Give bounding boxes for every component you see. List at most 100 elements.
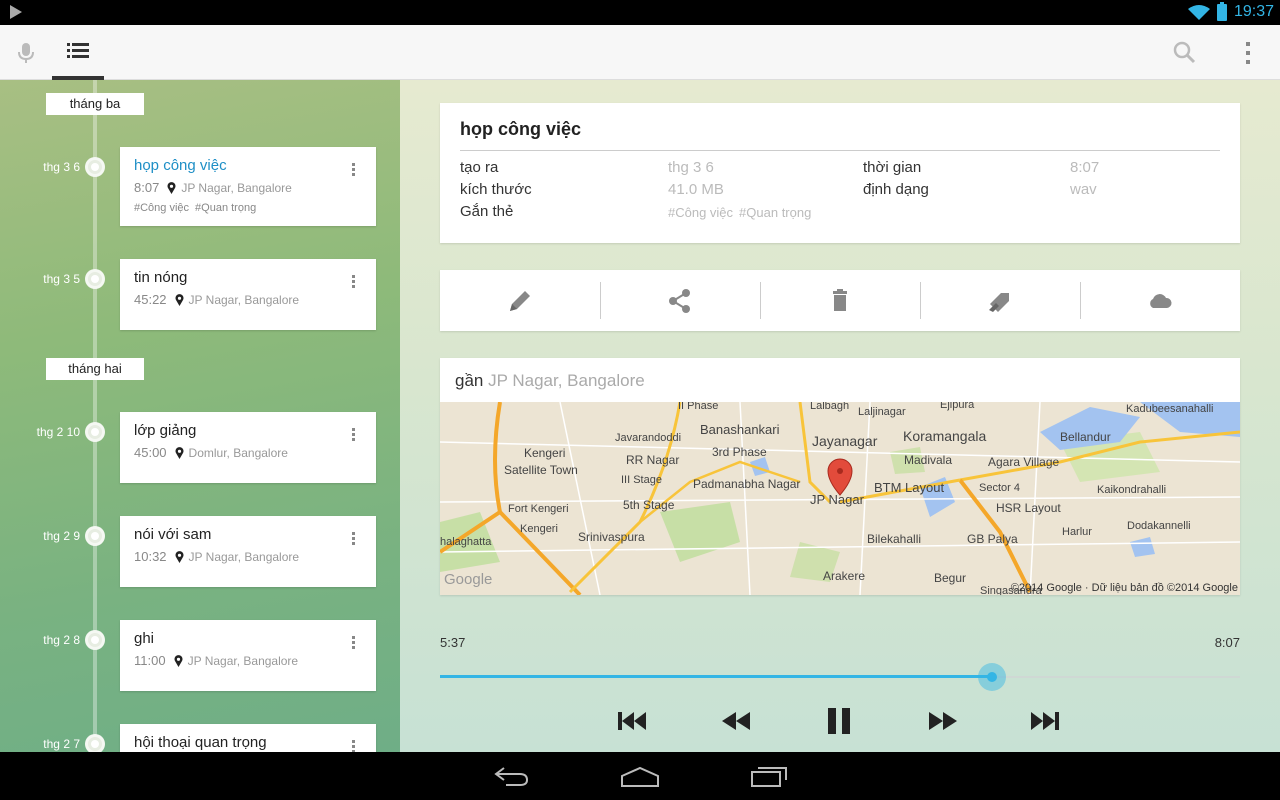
recording-date: thg 2 8 xyxy=(43,633,80,647)
home-icon[interactable] xyxy=(620,764,660,788)
recording-meta: 11:00 JP Nagar, Bangalore xyxy=(134,653,362,668)
map-label: BTM Layout xyxy=(874,480,944,495)
timeline-dot xyxy=(85,422,105,442)
map-label: Fort Kengeri xyxy=(508,503,569,515)
map-label: GB Palya xyxy=(967,532,1018,546)
map-location: JP Nagar, Bangalore xyxy=(488,371,645,390)
recording-card[interactable]: họp công việc 8:07 JP Nagar, Bangalore #… xyxy=(120,147,376,226)
skip-next-icon[interactable] xyxy=(1028,705,1062,737)
map-header: gần JP Nagar, Bangalore xyxy=(440,358,1240,402)
recording-title: hội thoại quan trọng xyxy=(134,734,267,751)
map-label: HSR Layout xyxy=(996,501,1061,515)
card-overflow-icon[interactable] xyxy=(352,636,356,650)
recording-date: thg 2 10 xyxy=(36,425,80,439)
google-logo: Google xyxy=(444,571,492,588)
total-time: 8:07 xyxy=(1214,635,1240,650)
fast-forward-icon[interactable] xyxy=(925,705,959,737)
tag[interactable]: #Quan trọng xyxy=(195,202,256,214)
map-label: Kengeri xyxy=(524,446,565,460)
recording-date: thg 2 9 xyxy=(43,529,80,543)
map-label: Agara Village xyxy=(988,455,1059,469)
recording-time: 8:07 xyxy=(134,180,160,195)
timeline-dot xyxy=(85,157,105,177)
actions-bar xyxy=(440,270,1240,331)
card-overflow-icon[interactable] xyxy=(352,428,356,442)
elapsed-time: 5:37 xyxy=(440,635,466,650)
card-overflow-icon[interactable] xyxy=(352,275,356,289)
recording-card[interactable]: tin nóng 45:22 JP Nagar, Bangalore xyxy=(120,259,376,330)
map-label: 5th Stage xyxy=(623,498,675,512)
map-card: gần JP Nagar, Bangalore II Phase Lalbagh… xyxy=(440,358,1240,595)
timeline-line xyxy=(93,80,97,752)
recording-location: JP Nagar, Bangalore xyxy=(187,653,299,668)
delete-button[interactable] xyxy=(760,270,920,331)
recent-apps-icon[interactable] xyxy=(750,764,788,788)
cloud-upload-icon xyxy=(1150,293,1172,308)
format-value: wav xyxy=(1070,181,1097,198)
edit-icon xyxy=(510,290,530,311)
map-label: Arakere xyxy=(823,569,865,583)
location-pin-icon xyxy=(175,446,184,459)
tag[interactable]: #Công việc xyxy=(134,202,189,214)
map-view[interactable]: II Phase Lalbagh Laljinagar Ejipura Kadu… xyxy=(440,402,1240,595)
card-overflow-icon[interactable] xyxy=(352,163,356,177)
location-pin-icon xyxy=(174,654,183,667)
recording-location: JP Nagar, Bangalore xyxy=(188,549,300,564)
recording-card[interactable]: hội thoại quan trọng xyxy=(120,724,376,752)
delete-icon xyxy=(833,288,847,311)
created-value: thg 3 6 xyxy=(668,159,714,176)
recording-card[interactable]: lớp giảng 45:00 Domlur, Bangalore xyxy=(120,412,376,483)
recording-title: tin nóng xyxy=(134,269,188,286)
map-label: halaghatta xyxy=(440,536,492,548)
pause-icon[interactable] xyxy=(824,705,856,737)
recording-title: ghi xyxy=(134,630,155,647)
duration-label: thời gian xyxy=(863,159,922,176)
recording-card[interactable]: nói với sam 10:32 JP Nagar, Bangalore xyxy=(120,516,376,587)
timeline-dot xyxy=(85,734,105,752)
month-header: tháng hai xyxy=(46,358,144,380)
seek-thumb[interactable] xyxy=(978,663,1006,691)
map-label: Laljinagar xyxy=(858,406,906,418)
card-overflow-icon[interactable] xyxy=(352,532,356,546)
tab-list[interactable] xyxy=(52,25,104,80)
share-button[interactable] xyxy=(600,270,760,331)
back-icon[interactable] xyxy=(494,764,530,788)
overflow-menu-icon[interactable] xyxy=(1238,40,1258,66)
seek-progress xyxy=(440,675,992,678)
recording-details-card: họp công việc tạo ra thg 3 6 thời gian 8… xyxy=(440,103,1240,243)
map-label: 3rd Phase xyxy=(712,445,767,459)
recording-card[interactable]: ghi 11:00 JP Nagar, Bangalore xyxy=(120,620,376,691)
map-label: JP Nagar xyxy=(810,492,865,507)
card-overflow-icon[interactable] xyxy=(352,740,356,752)
tags-label: Gắn thẻ xyxy=(460,203,514,220)
mic-icon[interactable] xyxy=(14,41,38,65)
location-pin-icon xyxy=(175,550,184,563)
skip-previous-icon[interactable] xyxy=(616,705,650,737)
recording-detail-title: họp công việc xyxy=(460,119,1220,151)
map-label: Dodakannelli xyxy=(1127,520,1191,532)
recording-title: họp công việc xyxy=(134,157,227,174)
recordings-timeline[interactable]: tháng ba thg 3 6 họp công việc 8:07 JP N… xyxy=(0,80,400,752)
search-icon[interactable] xyxy=(1172,40,1196,64)
timeline-dot xyxy=(85,630,105,650)
tag-button[interactable] xyxy=(920,270,1080,331)
edit-button[interactable] xyxy=(440,270,600,331)
audio-player: 5:37 8:07 xyxy=(440,635,1240,752)
recording-meta: 10:32 JP Nagar, Bangalore xyxy=(134,549,362,564)
cloud-upload-button[interactable] xyxy=(1080,270,1240,331)
recording-time: 45:22 xyxy=(134,292,167,307)
size-value: 41.0 MB xyxy=(668,181,724,198)
wifi-icon xyxy=(1188,5,1210,20)
tag[interactable]: #Quan trọng xyxy=(739,205,811,220)
battery-icon xyxy=(1217,2,1227,21)
map-label: Banashankari xyxy=(700,422,780,437)
seek-bar[interactable] xyxy=(440,663,1240,691)
action-bar xyxy=(0,25,1280,80)
month-header: tháng ba xyxy=(46,93,144,115)
tag-icon xyxy=(989,292,1009,312)
rewind-icon[interactable] xyxy=(720,705,754,737)
share-icon xyxy=(669,288,690,313)
tag[interactable]: #Công việc xyxy=(668,205,733,220)
play-notification-icon xyxy=(10,5,22,19)
map-label: Padmanabha Nagar xyxy=(693,477,800,491)
